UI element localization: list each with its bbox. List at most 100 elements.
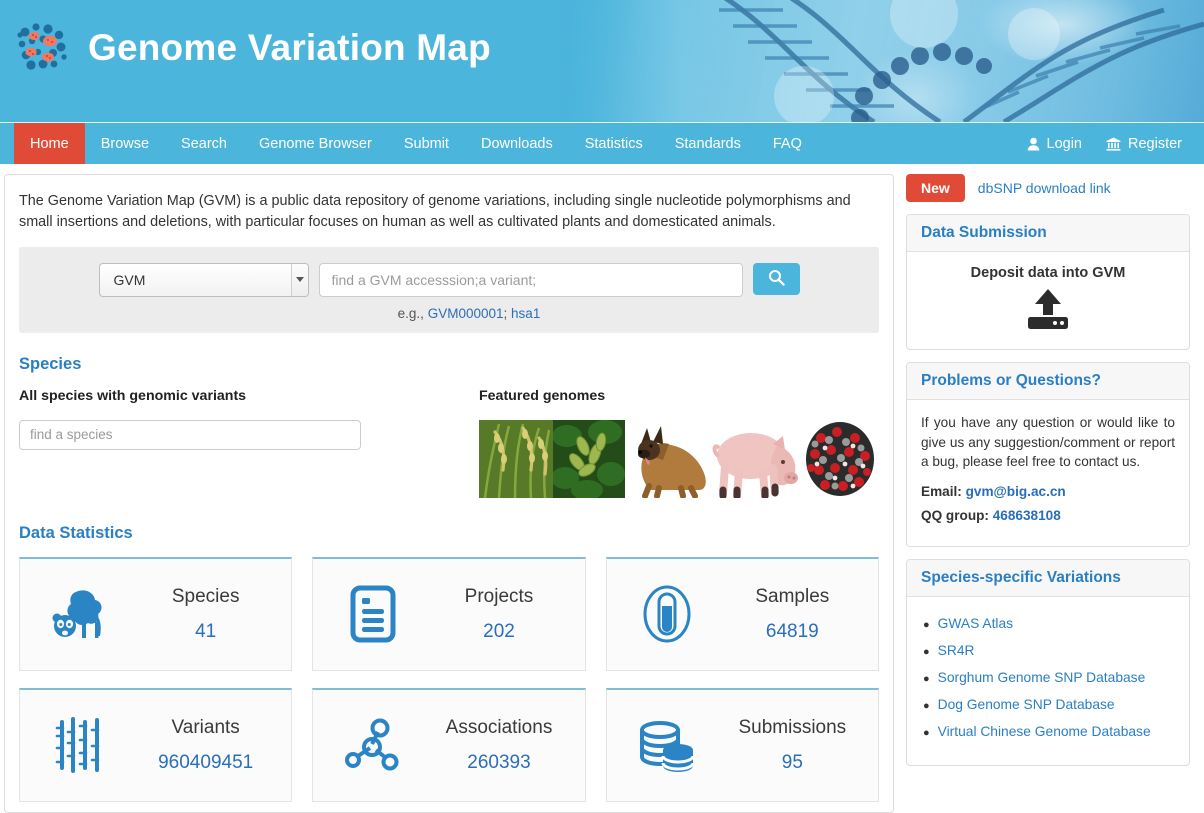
register-label: Register [1128, 136, 1182, 152]
deposit-text: Deposit data into GVM [921, 265, 1175, 281]
chromosome-icon [26, 716, 134, 774]
database-stack-icon [613, 716, 721, 774]
network-nodes-icon [319, 716, 427, 774]
nav-account-group: Login Register [1015, 123, 1204, 164]
problems-text: If you have any question or would like t… [921, 413, 1175, 472]
bullet-icon: ● [923, 646, 930, 658]
species-search-group: All species with genomic variants [19, 388, 479, 498]
dbsnp-download-link[interactable]: dbSNP download link [978, 180, 1111, 196]
stat-value: 64819 [721, 621, 864, 643]
dog-image[interactable] [625, 420, 711, 498]
panda-tree-icon [26, 588, 134, 640]
featured-genomes-strip [479, 420, 879, 498]
link-gwas-atlas[interactable]: GWAS Atlas [938, 616, 1013, 631]
stat-card-submissions[interactable]: Submissions 95 [606, 688, 879, 802]
test-tube-icon [613, 584, 721, 644]
list-item: ● Virtual Chinese Genome Database [923, 724, 1175, 739]
pig-image[interactable] [711, 420, 801, 498]
stat-label: Submissions [721, 717, 864, 739]
right-sidebar: New dbSNP download link Data Submission … [906, 174, 1190, 813]
email-label: Email: [921, 484, 962, 499]
species-specific-links: ● GWAS Atlas ● SR4R ● Sorghum Genome SNP Da… [921, 616, 1175, 739]
login-button[interactable]: Login [1015, 123, 1094, 164]
species-specific-card: Species-specific Variations ● GWAS Atlas … [906, 559, 1190, 766]
status-badge: New [906, 174, 965, 202]
chevron-down-icon[interactable] [291, 264, 308, 296]
user-icon [1027, 137, 1040, 151]
all-species-label: All species with genomic variants [19, 388, 479, 404]
link-virtual-chinese-genome-database[interactable]: Virtual Chinese Genome Database [938, 724, 1151, 739]
stat-label: Species [134, 586, 277, 608]
data-submission-card: Data Submission Deposit data into GVM [906, 214, 1190, 350]
main-navigation: Home Browse Search Genome Browser Submit… [0, 122, 1204, 164]
list-item: ● GWAS Atlas [923, 616, 1175, 631]
link-sorghum-genome-snp-database[interactable]: Sorghum Genome SNP Database [938, 670, 1146, 685]
search-input[interactable] [319, 263, 743, 297]
nav-item-genome-browser[interactable]: Genome Browser [243, 123, 388, 164]
new-announcement-row: New dbSNP download link [906, 174, 1190, 202]
nav-item-standards[interactable]: Standards [659, 123, 757, 164]
login-label: Login [1047, 136, 1082, 152]
intro-paragraph: The Genome Variation Map (GVM) is a publ… [19, 191, 879, 233]
stat-body: Associations 260393 [427, 717, 578, 774]
deposit-button[interactable] [921, 287, 1175, 335]
species-specific-title: Species-specific Variations [907, 560, 1189, 597]
nav-item-home[interactable]: Home [14, 123, 85, 164]
virus-image[interactable] [801, 420, 879, 498]
database-select-value: GVM [114, 272, 146, 288]
nav-item-search[interactable]: Search [165, 123, 243, 164]
problems-title: Problems or Questions? [907, 363, 1189, 400]
email-link[interactable]: gvm@big.ac.cn [966, 484, 1066, 499]
bullet-icon: ● [923, 619, 930, 631]
search-row: GVM [19, 263, 879, 297]
stat-card-species[interactable]: Species 41 [19, 557, 292, 671]
problems-questions-card: Problems or Questions? If you have any q… [906, 362, 1190, 547]
upload-icon [1024, 289, 1072, 331]
stat-body: Species 41 [134, 586, 285, 643]
example-prefix: e.g., [398, 306, 424, 321]
link-dog-genome-snp-database[interactable]: Dog Genome SNP Database [938, 697, 1115, 712]
stat-card-associations[interactable]: Associations 260393 [312, 688, 585, 802]
search-button[interactable] [753, 263, 800, 295]
bullet-icon: ● [923, 673, 930, 685]
dna-helix-image [564, 0, 1204, 122]
example-separator: ; [504, 306, 508, 321]
register-button[interactable]: Register [1094, 123, 1194, 164]
species-section: All species with genomic variants Featur… [19, 388, 879, 498]
email-row: Email: gvm@big.ac.cn [921, 484, 1175, 499]
stat-body: Variants 960409451 [134, 717, 285, 774]
link-sr4r[interactable]: SR4R [938, 643, 975, 658]
stat-value: 960409451 [134, 752, 277, 774]
nav-item-faq[interactable]: FAQ [757, 123, 818, 164]
nav-item-browse[interactable]: Browse [85, 123, 165, 164]
nav-item-downloads[interactable]: Downloads [465, 123, 569, 164]
stat-value: 202 [427, 621, 570, 643]
example-link-accession[interactable]: GVM000001 [428, 306, 504, 321]
data-statistics-heading: Data Statistics [19, 524, 879, 543]
stat-label: Projects [427, 586, 570, 608]
database-select[interactable]: GVM [99, 263, 309, 297]
featured-genomes-group: Featured genomes [479, 388, 879, 498]
featured-genomes-label: Featured genomes [479, 388, 879, 404]
page-body: The Genome Variation Map (GVM) is a publ… [0, 164, 1204, 813]
rice-plant-image[interactable] [479, 420, 553, 498]
main-content-panel: The Genome Variation Map (GVM) is a publ… [4, 174, 894, 813]
list-item: ● Sorghum Genome SNP Database [923, 670, 1175, 685]
stat-card-variants[interactable]: Variants 960409451 [19, 688, 292, 802]
site-banner: Genome Variation Map [0, 0, 1204, 122]
soybean-plant-image[interactable] [553, 420, 625, 498]
stat-body: Projects 202 [427, 586, 578, 643]
site-identity[interactable]: Genome Variation Map [0, 0, 491, 96]
stat-label: Samples [721, 586, 864, 608]
stat-value: 95 [721, 752, 864, 774]
stat-label: Variants [134, 717, 277, 739]
nav-item-statistics[interactable]: Statistics [569, 123, 659, 164]
problems-body: If you have any question or would like t… [907, 400, 1189, 546]
stat-card-samples[interactable]: Samples 64819 [606, 557, 879, 671]
example-link-variant[interactable]: hsa1 [511, 306, 540, 321]
nav-item-submit[interactable]: Submit [388, 123, 465, 164]
bullet-icon: ● [923, 727, 930, 739]
stat-card-projects[interactable]: Projects 202 [312, 557, 585, 671]
bullet-icon: ● [923, 700, 930, 712]
species-search-input[interactable] [19, 420, 361, 450]
